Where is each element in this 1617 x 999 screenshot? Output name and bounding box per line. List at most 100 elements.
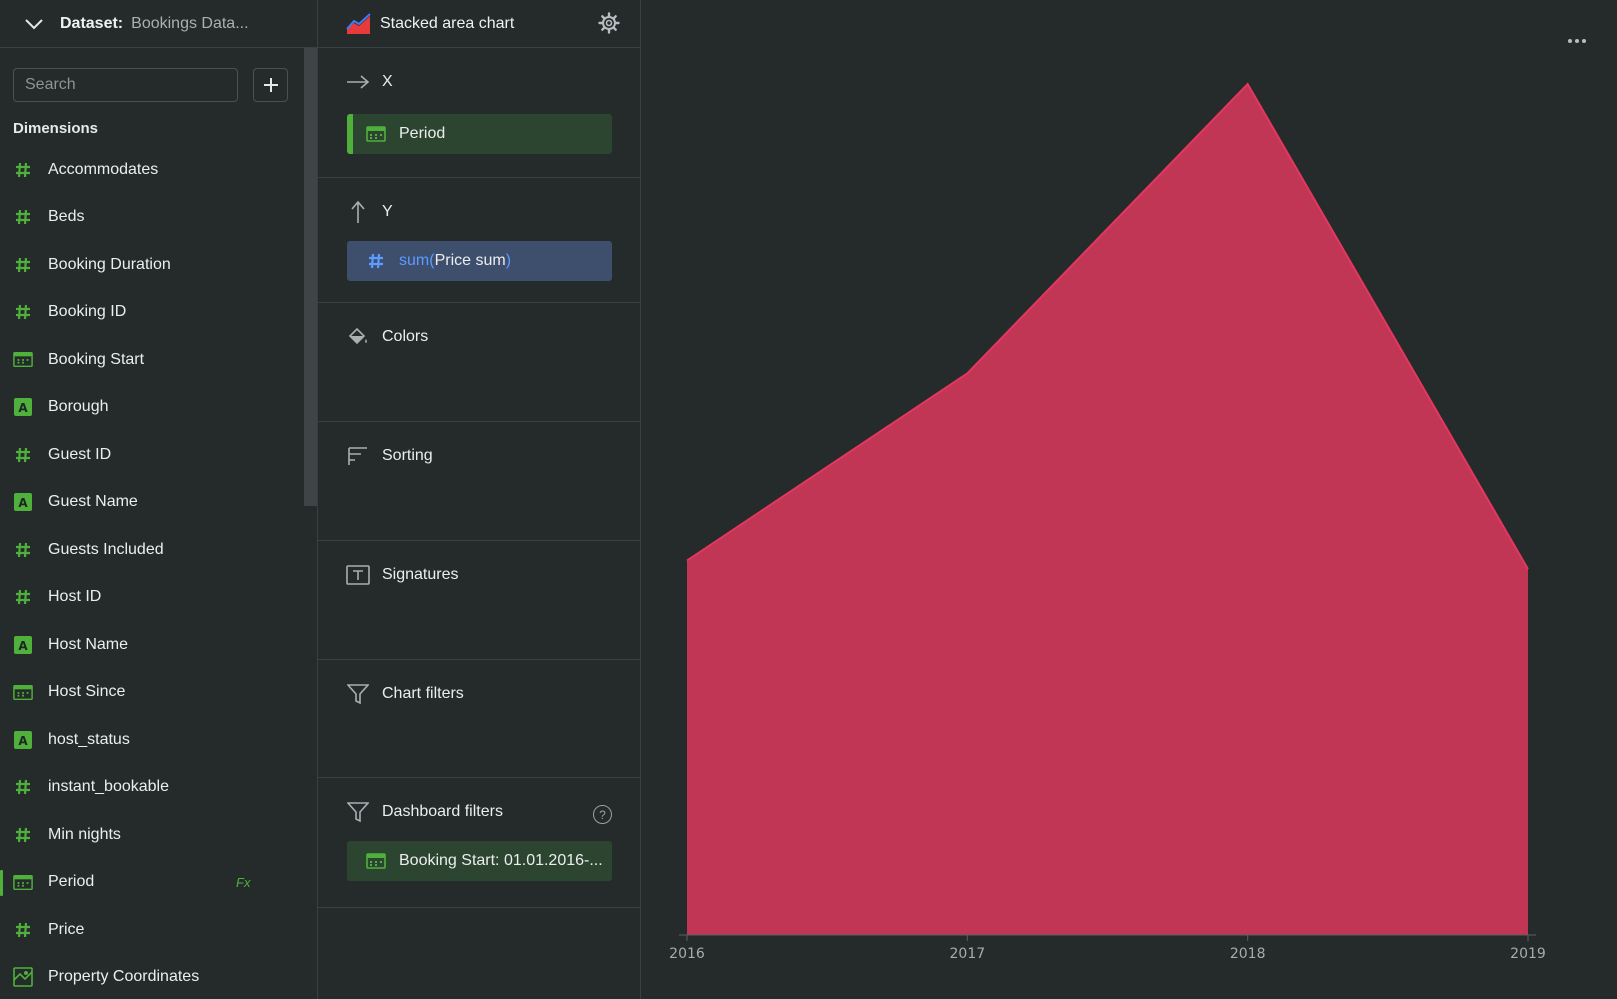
section-y: Y sum(Price sum): [318, 178, 640, 303]
hash-icon: [13, 540, 33, 560]
text-type-icon: A: [13, 397, 33, 417]
dimension-item[interactable]: Beds: [0, 194, 317, 242]
dimension-item[interactable]: Accommodates: [0, 146, 317, 194]
dimension-item[interactable]: Host ID: [0, 574, 317, 622]
paint-bucket-icon: [346, 325, 370, 349]
dimension-label: Period: [48, 873, 95, 891]
dimension-item[interactable]: Property Coordinates: [0, 954, 317, 999]
dataset-sidebar: Dataset: Bookings Data... Search Dimensi…: [0, 0, 318, 999]
dimension-item[interactable]: Booking ID: [0, 289, 317, 337]
calendar-icon: [365, 850, 387, 872]
dimension-item[interactable]: Booking Duration: [0, 241, 317, 289]
hash-icon: [13, 255, 33, 275]
x-field-chip[interactable]: Period: [347, 114, 612, 154]
section-chart-filters: Chart filters: [318, 660, 640, 778]
hash-icon: [365, 250, 387, 272]
dimension-label: Guest ID: [48, 445, 112, 463]
gear-icon[interactable]: [598, 12, 620, 39]
area-series[interactable]: [687, 84, 1528, 935]
funnel-icon: [346, 682, 370, 706]
dimension-item[interactable]: Host Since: [0, 669, 317, 717]
dataset-label: Dataset:: [60, 14, 124, 32]
svg-text:A: A: [18, 496, 28, 510]
dimensions-list: Accommodates Beds Booking Duration Booking …: [0, 146, 317, 999]
svg-text:A: A: [18, 734, 28, 748]
hash-icon: [13, 445, 33, 465]
text-type-icon: A: [13, 635, 33, 655]
svg-text:A: A: [18, 401, 28, 415]
chart-type-selector[interactable]: Stacked area chart: [318, 0, 640, 48]
chart-area: 2016 2017 2018 2019: [641, 0, 1617, 999]
hash-icon: [13, 587, 33, 607]
calendar-icon: [13, 872, 33, 892]
section-sorting-title: Sorting: [382, 447, 433, 464]
calendar-icon: [13, 350, 33, 370]
stacked-area-plot: 2016 2017 2018 2019: [669, 82, 1546, 962]
y-fn-close: ): [505, 252, 512, 269]
dimension-label: Borough: [48, 398, 109, 416]
chevron-down-icon[interactable]: [24, 13, 46, 35]
dimension-item[interactable]: Ahost_status: [0, 716, 317, 764]
geo-icon: [13, 967, 33, 988]
section-chart-filters-title: Chart filters: [382, 685, 464, 702]
dimension-label: Booking Duration: [48, 255, 171, 273]
search-input[interactable]: Search: [13, 68, 238, 102]
text-type-icon: A: [13, 492, 33, 512]
dimensions-title: Dimensions: [13, 120, 99, 137]
help-icon[interactable]: ?: [593, 805, 612, 824]
dashboard-filter-chip[interactable]: Booking Start: 01.01.2016-...: [347, 841, 612, 881]
sidebar-scrollbar[interactable]: [304, 48, 317, 506]
y-field-label: sum(Price sum): [399, 252, 511, 270]
section-x: X Period: [318, 48, 640, 178]
dashboard-filter-label: Booking Start: 01.01.2016-...: [399, 852, 603, 869]
dimension-label: Guest Name: [48, 493, 138, 511]
hash-icon: [13, 825, 33, 845]
dimension-item[interactable]: Period Fx: [0, 859, 317, 907]
chart-type-label: Stacked area chart: [380, 14, 515, 32]
text-type-icon: A: [13, 730, 33, 750]
dimension-item[interactable]: A Guest Name: [0, 479, 317, 527]
funnel-icon: [346, 800, 370, 824]
calendar-icon: [13, 682, 33, 702]
x-tick-label: 2019: [1510, 946, 1546, 962]
dimension-item[interactable]: Booking Start: [0, 336, 317, 384]
formula-badge: Fx: [236, 874, 251, 890]
x-tick-label: 2017: [950, 946, 986, 962]
section-dashboard-filters-title: Dashboard filters: [382, 803, 503, 820]
text-box-icon: [346, 563, 370, 587]
y-fn-open: sum(: [399, 252, 435, 269]
search-placeholder: Search: [25, 76, 76, 93]
section-dashboard-filters: Dashboard filters ? Booking Start: 01.01…: [318, 778, 640, 908]
dataset-name[interactable]: Bookings Data...: [131, 15, 248, 33]
chart-config-panel: Stacked area chart X Period Y sum(Price …: [318, 0, 641, 999]
section-sorting: Sorting: [318, 422, 640, 541]
add-field-button[interactable]: [253, 68, 288, 102]
hash-icon: [13, 777, 33, 797]
dimension-label: Booking Start: [48, 350, 145, 368]
dimension-label: Min nights: [48, 825, 121, 843]
dataset-selector[interactable]: Dataset: Bookings Data...: [0, 0, 317, 48]
dimension-item[interactable]: A Borough: [0, 384, 317, 432]
stacked-area-chart-icon: [346, 12, 372, 35]
dimension-label: Price: [48, 920, 85, 938]
section-colors-title: Colors: [382, 328, 429, 345]
dimension-label: Property Coordinates: [48, 968, 200, 986]
dimension-item[interactable]: A Host Name: [0, 621, 317, 669]
calendar-icon: [365, 123, 387, 145]
section-signatures: Signatures: [318, 541, 640, 660]
x-tick-label: 2016: [669, 946, 705, 962]
dimension-item[interactable]: Price: [0, 906, 317, 954]
dimension-item[interactable]: Min nights: [0, 811, 317, 859]
dimension-label: Beds: [48, 208, 85, 226]
y-field-name: Price sum: [434, 252, 506, 269]
x-field-label: Period: [399, 125, 446, 142]
hash-icon: [13, 207, 33, 227]
dimension-label: Host Since: [48, 683, 126, 701]
dimension-item[interactable]: Guest ID: [0, 431, 317, 479]
dimension-item[interactable]: Guests Included: [0, 526, 317, 574]
dimension-item[interactable]: instant_bookable: [0, 764, 317, 812]
dimension-label: Host ID: [48, 588, 102, 606]
y-field-chip[interactable]: sum(Price sum): [347, 241, 612, 281]
hash-icon: [13, 302, 33, 322]
dimension-label: Host Name: [48, 635, 129, 653]
